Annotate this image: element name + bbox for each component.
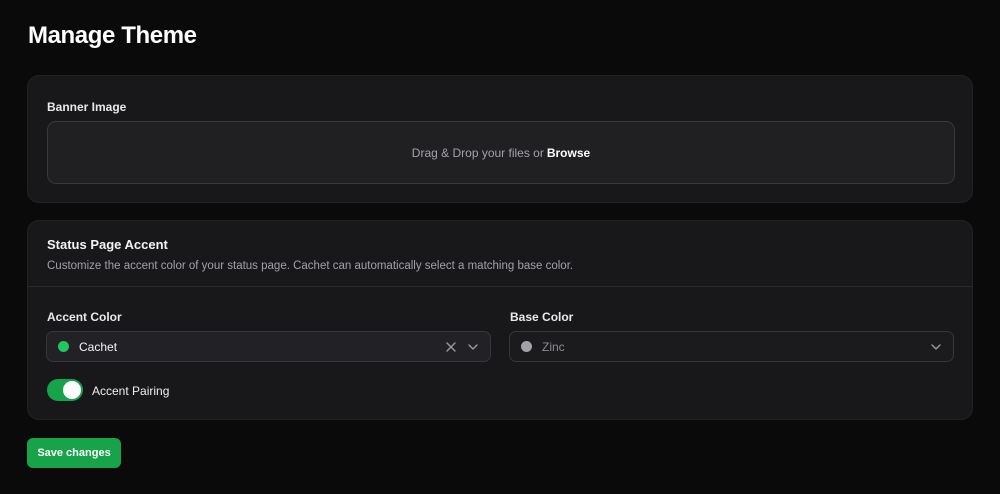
close-icon[interactable] <box>444 340 458 354</box>
accent-pairing-toggle[interactable] <box>47 379 83 401</box>
section-divider <box>28 286 972 287</box>
banner-image-card: Banner Image Drag & Drop your files or B… <box>27 75 973 203</box>
page-title: Manage Theme <box>28 22 197 49</box>
accent-color-label: Accent Color <box>47 310 122 324</box>
section-description: Customize the accent color of your statu… <box>47 260 574 272</box>
base-color-value: Zinc <box>542 339 565 354</box>
browse-link[interactable]: Browse <box>547 146 590 160</box>
save-changes-button[interactable]: Save changes <box>27 438 121 468</box>
dropzone-text: Drag & Drop your files or <box>411 145 544 160</box>
base-color-swatch <box>521 341 532 352</box>
chevron-down-icon[interactable] <box>466 340 480 354</box>
accent-color-select[interactable]: Cachet <box>46 331 491 362</box>
accent-color-value: Cachet <box>79 339 118 354</box>
banner-dropzone[interactable]: Drag & Drop your files or Browse <box>47 121 955 184</box>
base-color-label: Base Color <box>510 310 574 324</box>
toggle-knob <box>63 381 81 399</box>
accent-pairing-label: Accent Pairing <box>92 384 170 398</box>
status-page-accent-card: Status Page Accent Customize the accent … <box>27 220 973 420</box>
chevron-down-icon[interactable] <box>929 340 943 354</box>
base-color-select[interactable]: Zinc <box>509 331 954 362</box>
accent-color-swatch <box>58 341 69 352</box>
section-title: Status Page Accent <box>47 237 168 252</box>
banner-image-label: Banner Image <box>47 100 127 114</box>
